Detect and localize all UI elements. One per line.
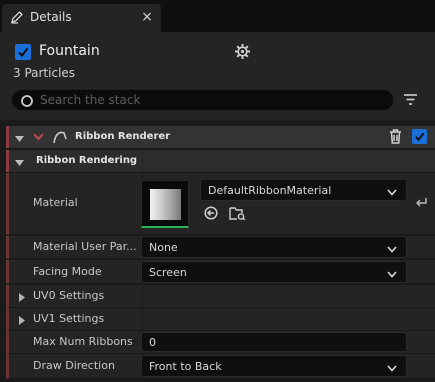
search-icon [20,94,34,108]
material-user-param-dropdown[interactable]: None [141,236,407,258]
ribbon-icon [51,130,69,147]
chevron-down-icon [387,268,397,281]
search-placeholder: Search the stack [40,93,141,107]
property-label: Max Num Ribbons [33,335,133,348]
material-value: DefaultRibbonMaterial [208,184,332,197]
collapse-arrow-icon[interactable] [15,157,24,170]
number-value: 0 [149,336,156,349]
chevron-down-icon [387,186,397,199]
renderer-stage-icon [33,131,44,145]
particle-count: 3 Particles [13,66,76,80]
emitter-enabled-checkbox[interactable] [15,44,31,60]
material-thumbnail[interactable] [141,180,189,228]
property-label: UV0 Settings [33,289,105,302]
expand-arrow-icon[interactable] [19,292,27,302]
chevron-down-icon [387,362,397,375]
expand-arrow-icon[interactable] [19,315,27,325]
stack-search-input[interactable]: Search the stack [11,89,394,111]
dropdown-value: None [149,241,178,254]
chevron-down-icon [387,243,397,256]
filter-icon[interactable] [403,93,418,106]
module-enabled-checkbox[interactable] [412,129,427,144]
trash-icon[interactable] [389,129,402,147]
property-label: Facing Mode [33,265,102,278]
property-label: Material [33,196,78,209]
use-selected-asset-icon[interactable] [204,206,218,223]
property-label: Material User Par... [33,240,137,253]
module-title: Ribbon Renderer [75,131,171,142]
category-title: Ribbon Rendering [36,155,138,166]
browse-asset-icon[interactable] [229,206,246,223]
dropdown-value: Front to Back [149,360,222,373]
collapse-arrow-icon[interactable] [15,133,24,146]
pencil-icon [10,10,24,24]
emitter-name: Fountain [39,43,100,59]
tab-details[interactable]: Details × [2,4,161,32]
check-icon [18,47,29,58]
property-label: UV1 Settings [33,312,105,325]
close-icon[interactable]: × [140,8,154,26]
reset-to-default-icon[interactable] [414,196,427,211]
property-group-uv0-settings[interactable]: UV0 Settings [6,285,435,308]
dropdown-value: Screen [149,266,187,279]
max-num-ribbons-input[interactable]: 0 [141,332,407,352]
draw-direction-dropdown[interactable]: Front to Back [141,355,407,377]
settings-gear-icon[interactable] [234,43,251,60]
property-group-uv1-settings[interactable]: UV1 Settings [6,308,435,331]
tab-title: Details [30,10,72,24]
check-icon [415,132,425,142]
category-ribbon-rendering[interactable]: Ribbon Rendering [6,150,435,172]
property-label: Draw Direction [33,359,115,372]
module-header-ribbon-renderer[interactable]: Ribbon Renderer [6,126,435,148]
facing-mode-dropdown[interactable]: Screen [141,261,407,283]
material-asset-picker[interactable]: DefaultRibbonMaterial [200,179,407,201]
